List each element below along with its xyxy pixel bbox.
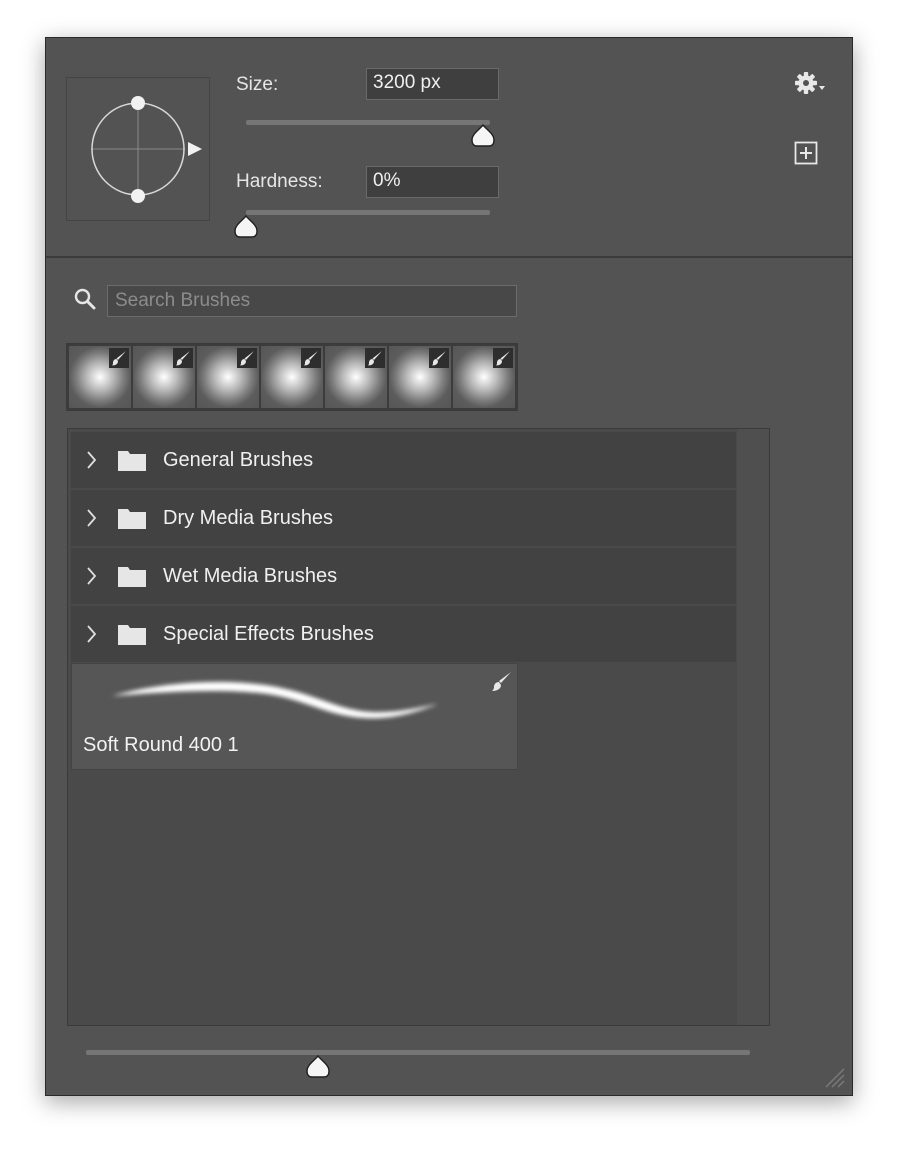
recent-brush-tile[interactable] <box>197 346 259 408</box>
brush-icon <box>429 348 449 368</box>
recent-brush-tile[interactable] <box>261 346 323 408</box>
chevron-right-icon[interactable] <box>85 565 99 587</box>
recent-brush-tile[interactable] <box>69 346 131 408</box>
folder-label: Dry Media Brushes <box>163 506 334 529</box>
chevron-right-icon[interactable] <box>85 507 99 529</box>
brush-settings-area: Size: 3200 px Hardness: 0% <box>46 38 852 258</box>
chevron-right-icon[interactable] <box>85 623 99 645</box>
brush-icon <box>493 348 513 368</box>
hardness-slider-thumb[interactable] <box>234 215 258 239</box>
folder-icon <box>118 509 146 529</box>
search-input[interactable] <box>107 285 517 317</box>
hardness-slider-track[interactable] <box>246 210 490 215</box>
brush-preset-name: Soft Round 400 1 <box>83 734 239 756</box>
list-scrollbar[interactable] <box>737 429 769 1025</box>
brush-stroke-preview <box>112 681 438 719</box>
folder-icon <box>118 451 146 471</box>
size-label: Size: <box>236 74 279 95</box>
resize-grip-icon[interactable] <box>822 1065 848 1091</box>
folder-row-general-brushes[interactable]: General Brushes <box>71 432 736 489</box>
preview-size-slider-track[interactable] <box>86 1050 750 1055</box>
hardness-field[interactable]: 0% <box>366 166 499 198</box>
hardness-label: Hardness: <box>236 171 323 192</box>
brush-icon <box>173 348 193 368</box>
search-icon <box>74 288 96 310</box>
recent-brush-tile[interactable] <box>325 346 387 408</box>
recent-brush-tile[interactable] <box>133 346 195 408</box>
brush-preset-item[interactable]: Soft Round 400 1 <box>71 663 518 770</box>
chevron-right-icon[interactable] <box>85 449 99 471</box>
folder-icon <box>118 567 146 587</box>
brush-icon <box>301 348 321 368</box>
folder-label: Wet Media Brushes <box>163 564 338 587</box>
size-slider-thumb[interactable] <box>470 124 495 148</box>
size-field[interactable]: 3200 px <box>366 68 499 100</box>
brush-list: General Brushes Dry Media Brushes Wet Me… <box>67 428 770 1026</box>
recent-brushes-row <box>66 343 518 411</box>
gear-icon[interactable] <box>794 71 828 97</box>
folder-icon <box>118 625 146 645</box>
folder-label: Special Effects Brushes <box>163 622 374 645</box>
brush-icon <box>365 348 385 368</box>
folder-row-special-effects-brushes[interactable]: Special Effects Brushes <box>71 606 736 663</box>
brush-icon <box>109 348 129 368</box>
brush-angle-preview[interactable] <box>66 77 210 221</box>
brushes-panel: Size: 3200 px Hardness: 0% Search Brushe… <box>45 37 853 1096</box>
brush-icon <box>492 672 511 691</box>
folder-label: General Brushes <box>163 448 314 471</box>
recent-brush-tile[interactable] <box>453 346 515 408</box>
add-square-icon[interactable] <box>794 141 818 165</box>
size-slider-track[interactable] <box>246 120 490 125</box>
folder-row-wet-media-brushes[interactable]: Wet Media Brushes <box>71 548 736 605</box>
preview-size-slider-thumb[interactable] <box>306 1055 331 1079</box>
brush-icon <box>237 348 257 368</box>
recent-brush-tile[interactable] <box>389 346 451 408</box>
folder-row-dry-media-brushes[interactable]: Dry Media Brushes <box>71 490 736 547</box>
